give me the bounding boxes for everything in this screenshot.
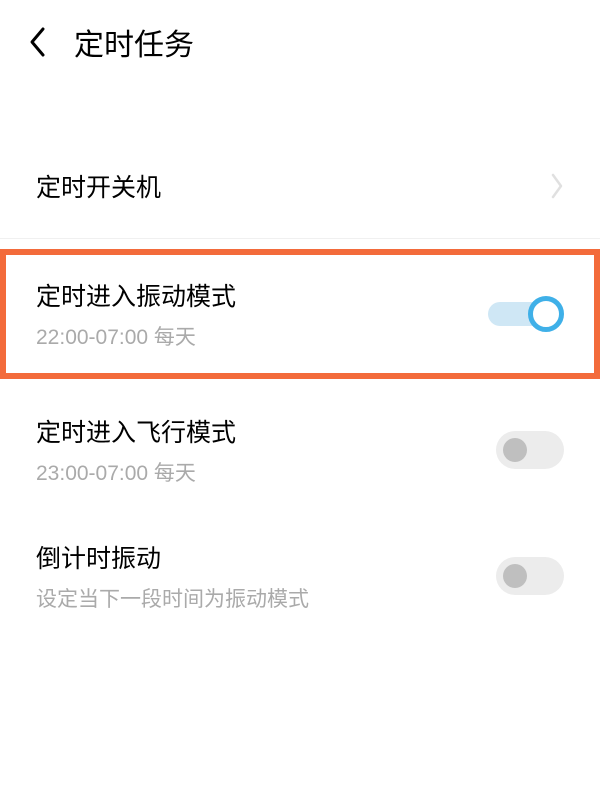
highlighted-row-vibrate: 定时进入振动模式 22:00-07:00 每天 — [0, 249, 600, 379]
row-power-schedule[interactable]: 定时开关机 — [0, 144, 600, 228]
row-title-countdown: 倒计时振动 — [36, 539, 309, 575]
divider — [0, 238, 600, 239]
row-airplane-schedule[interactable]: 定时进入飞行模式 23:00-07:00 每天 — [0, 389, 600, 511]
toggle-airplane[interactable] — [496, 431, 564, 469]
row-title-vibrate: 定时进入振动模式 — [36, 277, 236, 313]
chevron-right-icon — [550, 172, 564, 200]
page-title: 定时任务 — [74, 20, 194, 64]
row-countdown-vibrate[interactable]: 倒计时振动 设定当下一段时间为振动模式 — [0, 515, 600, 637]
row-vibrate-schedule[interactable]: 定时进入振动模式 22:00-07:00 每天 — [6, 255, 594, 373]
row-subtitle-countdown: 设定当下一段时间为振动模式 — [36, 583, 309, 613]
row-title-power: 定时开关机 — [36, 168, 161, 204]
toggle-countdown[interactable] — [496, 557, 564, 595]
row-subtitle-vibrate: 22:00-07:00 每天 — [36, 321, 236, 351]
toggle-vibrate[interactable] — [488, 294, 564, 334]
back-icon[interactable] — [28, 26, 46, 58]
header: 定时任务 — [0, 0, 600, 84]
row-subtitle-airplane: 23:00-07:00 每天 — [36, 457, 236, 487]
row-title-airplane: 定时进入飞行模式 — [36, 413, 236, 449]
